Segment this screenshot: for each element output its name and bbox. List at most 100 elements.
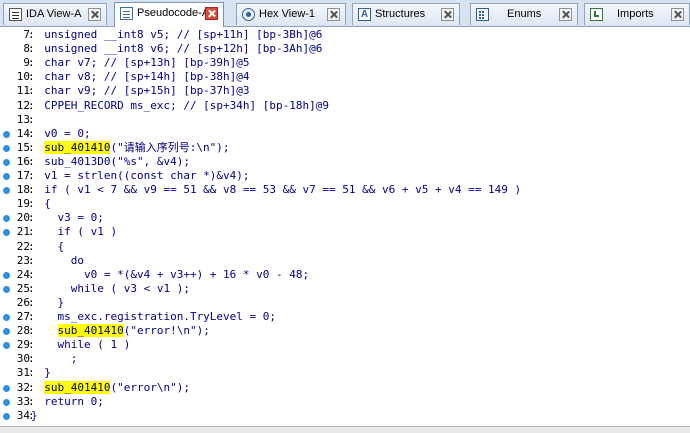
- code-text: CPPEH_RECORD ms_exc; // [sp+34h] [bp-18h…: [31, 98, 330, 112]
- code-line[interactable]: 10: char v8; // [sp+14h] [bp-38h]@4: [0, 70, 690, 84]
- code-text: }: [31, 408, 38, 422]
- code-text: v1 = strlen((const char *)&v4);: [31, 169, 250, 182]
- code-line[interactable]: 29: while ( 1 ): [0, 338, 690, 352]
- breakpoint-dot-icon[interactable]: [3, 328, 10, 336]
- tab-pseudocode-a[interactable]: Pseudocode-A: [114, 2, 224, 27]
- breakpoint-dot-icon[interactable]: [3, 398, 10, 406]
- code-text: {: [31, 239, 65, 253]
- breakpoint-dot-icon[interactable]: [3, 130, 10, 138]
- code-line[interactable]: 20: v3 = 0;: [0, 211, 690, 225]
- code-line[interactable]: 12: CPPEH_RECORD ms_exc; // [sp+34h] [bp…: [0, 99, 690, 113]
- breakpoint-dot-icon[interactable]: [3, 271, 10, 279]
- code-text: unsigned __int8 v5; // [sp+11h] [bp-3Bh]…: [31, 28, 323, 41]
- code-line[interactable]: 30: ;: [0, 352, 690, 366]
- code-line[interactable]: 34:}: [0, 409, 690, 423]
- code-line[interactable]: 11: char v9; // [sp+15h] [bp-37h]@3: [0, 84, 690, 98]
- code-text: char v9; // [sp+15h] [bp-37h]@3: [31, 84, 250, 98]
- structures-icon: A: [358, 8, 371, 21]
- code-line[interactable]: 25: while ( v3 < v1 );: [0, 282, 690, 296]
- highlighted-identifier[interactable]: sub_401410: [44, 140, 111, 154]
- code-line[interactable]: 8: unsigned __int8 v6; // [sp+12h] [bp-3…: [0, 42, 690, 56]
- code-text: sub_401410("error!\n");: [57, 324, 210, 338]
- code-line[interactable]: 27: ms_exc.registration.TryLevel = 0;: [0, 310, 690, 324]
- imports-icon: [590, 8, 603, 21]
- code-text: sub_4013D0("%s", &v4);: [31, 154, 190, 168]
- breakpoint-dot-icon[interactable]: [3, 158, 10, 166]
- breakpoint-dot-icon[interactable]: [3, 285, 10, 293]
- code-text: do: [31, 253, 84, 267]
- close-icon[interactable]: [559, 8, 572, 21]
- code-text: while ( 1 ): [31, 338, 131, 352]
- code-text: sub_401410("error\n");: [44, 380, 190, 394]
- tab-ida-view-a[interactable]: IDA View-A: [3, 3, 107, 25]
- code-line[interactable]: 22: {: [0, 240, 690, 254]
- tab-bar: IDA View-A Pseudocode-A Hex View-1 A Str…: [0, 0, 690, 27]
- tab-enums[interactable]: Enums: [470, 3, 578, 25]
- code-text: v0 = 0;: [31, 126, 91, 140]
- code-line[interactable]: 21: if ( v1 ): [0, 225, 690, 239]
- code-line[interactable]: 28: sub_401410("error!\n");: [0, 324, 690, 338]
- breakpoint-dot-icon[interactable]: [3, 215, 10, 223]
- code-text: v3 = 0;: [31, 211, 104, 225]
- code-text: }: [31, 295, 65, 309]
- tab-imports[interactable]: Imports: [584, 3, 690, 25]
- code-text: {: [31, 197, 51, 211]
- code-line[interactable]: 9: char v7; // [sp+13h] [bp-39h]@5: [0, 56, 690, 70]
- code-text: unsigned __int8 v6; // [sp+12h] [bp-3Ah]…: [31, 42, 323, 56]
- tab-label: Structures: [375, 8, 426, 20]
- breakpoint-dot-icon[interactable]: [3, 187, 10, 195]
- breakpoint-dot-icon[interactable]: [3, 384, 10, 392]
- ida-view-icon: [9, 8, 22, 21]
- code-line[interactable]: 17: v1 = strlen((const char *)&v4);: [0, 169, 690, 183]
- tab-label: Pseudocode-A: [137, 7, 210, 19]
- code-text: return 0;: [31, 394, 104, 408]
- code-text: char v7; // [sp+13h] [bp-39h]@5: [31, 56, 250, 70]
- code-text: }: [31, 366, 51, 380]
- tab-hex-view-1[interactable]: Hex View-1: [236, 3, 346, 25]
- code-text: while ( v3 < v1 );: [31, 281, 190, 295]
- pseudocode-icon: [120, 7, 133, 20]
- enums-icon: [476, 8, 489, 21]
- code-line[interactable]: 33: return 0;: [0, 395, 690, 409]
- tab-label: IDA View-A: [26, 8, 82, 20]
- code-text: ;: [31, 352, 78, 366]
- code-line[interactable]: 19: {: [0, 197, 690, 211]
- breakpoint-dot-icon[interactable]: [3, 229, 10, 237]
- breakpoint-dot-icon[interactable]: [3, 342, 10, 350]
- code-text: ms_exc.registration.TryLevel = 0;: [31, 310, 277, 323]
- code-line[interactable]: 32: sub_401410("error\n");: [0, 380, 690, 395]
- tab-label: Hex View-1: [259, 8, 316, 20]
- close-icon[interactable]: [327, 8, 340, 21]
- code-line[interactable]: 13:: [0, 113, 690, 127]
- code-text: if ( v1 ): [31, 225, 118, 239]
- code-line[interactable]: 14: v0 = 0;: [0, 127, 690, 141]
- highlighted-identifier[interactable]: sub_401410: [44, 380, 111, 394]
- close-icon[interactable]: [671, 8, 684, 21]
- code-text: v0 = *(&v4 + v3++) + 16 * v0 - 48;: [31, 267, 310, 281]
- line-number-separator: :: [28, 112, 35, 126]
- breakpoint-dot-icon[interactable]: [3, 173, 10, 180]
- code-line[interactable]: 15: sub_401410("请输入序列号:\n");: [0, 140, 690, 155]
- tab-structures[interactable]: A Structures: [352, 3, 460, 25]
- tab-label: Imports: [617, 8, 654, 20]
- breakpoint-dot-icon[interactable]: [3, 412, 10, 420]
- breakpoint-dot-icon[interactable]: [3, 314, 10, 321]
- hex-view-icon: [242, 8, 255, 21]
- code-line[interactable]: 18: if ( v1 < 7 && v9 == 51 && v8 == 53 …: [0, 183, 690, 197]
- code-line[interactable]: 7: unsigned __int8 v5; // [sp+11h] [bp-3…: [0, 28, 690, 42]
- close-icon[interactable]: [205, 7, 218, 20]
- code-line[interactable]: 31: }: [0, 366, 690, 380]
- code-line[interactable]: 26: }: [0, 296, 690, 310]
- code-line[interactable]: 24: v0 = *(&v4 + v3++) + 16 * v0 - 48;: [0, 268, 690, 282]
- code-line[interactable]: 23: do: [0, 254, 690, 268]
- pseudocode-view[interactable]: 7: unsigned __int8 v5; // [sp+11h] [bp-3…: [0, 27, 690, 432]
- code-line[interactable]: 16: sub_4013D0("%s", &v4);: [0, 155, 690, 169]
- code-text: char v8; // [sp+14h] [bp-38h]@4: [31, 70, 250, 84]
- close-icon[interactable]: [88, 8, 101, 21]
- code-text: sub_401410("请输入序列号:\n");: [44, 140, 230, 154]
- code-text: if ( v1 < 7 && v9 == 51 && v8 == 53 && v…: [31, 183, 522, 197]
- highlighted-identifier[interactable]: sub_401410: [57, 324, 124, 338]
- breakpoint-dot-icon[interactable]: [3, 144, 10, 152]
- close-icon[interactable]: [441, 8, 454, 21]
- tab-label: Enums: [507, 8, 542, 20]
